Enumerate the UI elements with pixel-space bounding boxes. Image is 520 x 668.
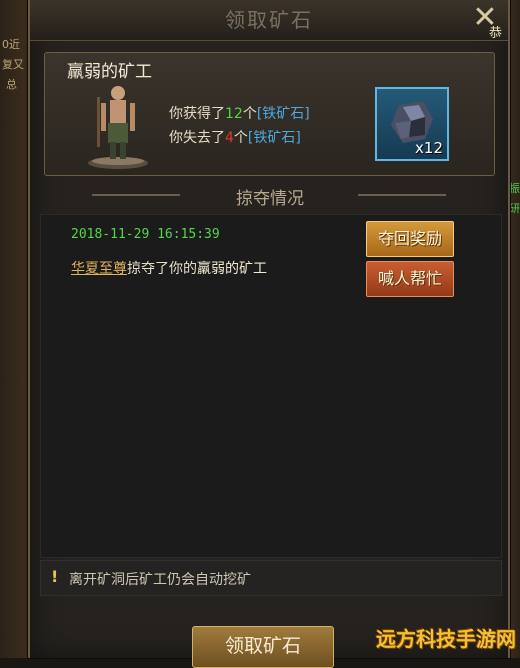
- plunder-log-panel: 2018-11-29 16:15:39 华夏至尊掠夺了你的羸弱的矿工 夺回奖励 …: [40, 214, 502, 558]
- site-watermark: 远方科技手游网: [376, 623, 516, 652]
- miner-portrait-icon: [83, 83, 153, 171]
- loss-item-link[interactable]: [铁矿石]: [248, 130, 301, 146]
- collect-ore-button[interactable]: 领取矿石: [192, 626, 334, 668]
- log-action: 掠夺了你的: [127, 261, 197, 277]
- log-miner: 羸弱的矿工: [197, 261, 267, 277]
- notice-text: 离开矿洞后矿工仍会自动挖矿: [69, 569, 251, 589]
- background-text-1: 0近: [2, 36, 20, 52]
- close-button-label: 恭: [489, 22, 502, 41]
- gain-count: 12: [225, 106, 243, 122]
- notice-bar: ! 离开矿洞后矿工仍会自动挖矿: [40, 560, 502, 596]
- gain-item-link[interactable]: [铁矿石]: [257, 106, 310, 122]
- collect-ore-window: 领取矿石 ✕ 恭 羸弱的矿工 你获得了12个[铁矿石] 你失去了4个[铁矿石]: [28, 0, 510, 658]
- loss-count: 4: [225, 130, 234, 146]
- exclamation-icon: !: [51, 567, 58, 586]
- background-text-2: 复又: [2, 56, 24, 72]
- gain-prefix: 你获得了: [169, 106, 225, 122]
- log-message: 华夏至尊掠夺了你的羸弱的矿工: [71, 258, 267, 278]
- reward-panel: 羸弱的矿工 你获得了12个[铁矿石] 你失去了4个[铁矿石]: [44, 52, 495, 176]
- miner-name: 羸弱的矿工: [67, 57, 152, 82]
- reclaim-reward-button[interactable]: 夺回奖励: [366, 221, 454, 257]
- section-title: 掠夺情况: [180, 184, 360, 209]
- window-title: 领取矿石: [30, 4, 508, 33]
- loss-prefix: 你失去了: [169, 130, 225, 146]
- section-divider-right: [358, 194, 446, 196]
- gain-line: 你获得了12个[铁矿石]: [169, 103, 310, 123]
- log-timestamp: 2018-11-29 16:15:39: [71, 227, 220, 242]
- title-bar: 领取矿石 ✕ 恭: [30, 0, 508, 41]
- iron-ore-item-slot[interactable]: x12: [375, 87, 449, 161]
- background-text-3: 总: [6, 76, 17, 92]
- ore-count-label: x12: [415, 139, 443, 157]
- loss-unit: 个: [234, 130, 248, 146]
- section-divider-left: [92, 194, 180, 196]
- call-for-help-button[interactable]: 喊人帮忙: [366, 261, 454, 297]
- loss-line: 你失去了4个[铁矿石]: [169, 127, 301, 147]
- gain-unit: 个: [243, 106, 257, 122]
- log-player-link[interactable]: 华夏至尊: [71, 261, 127, 277]
